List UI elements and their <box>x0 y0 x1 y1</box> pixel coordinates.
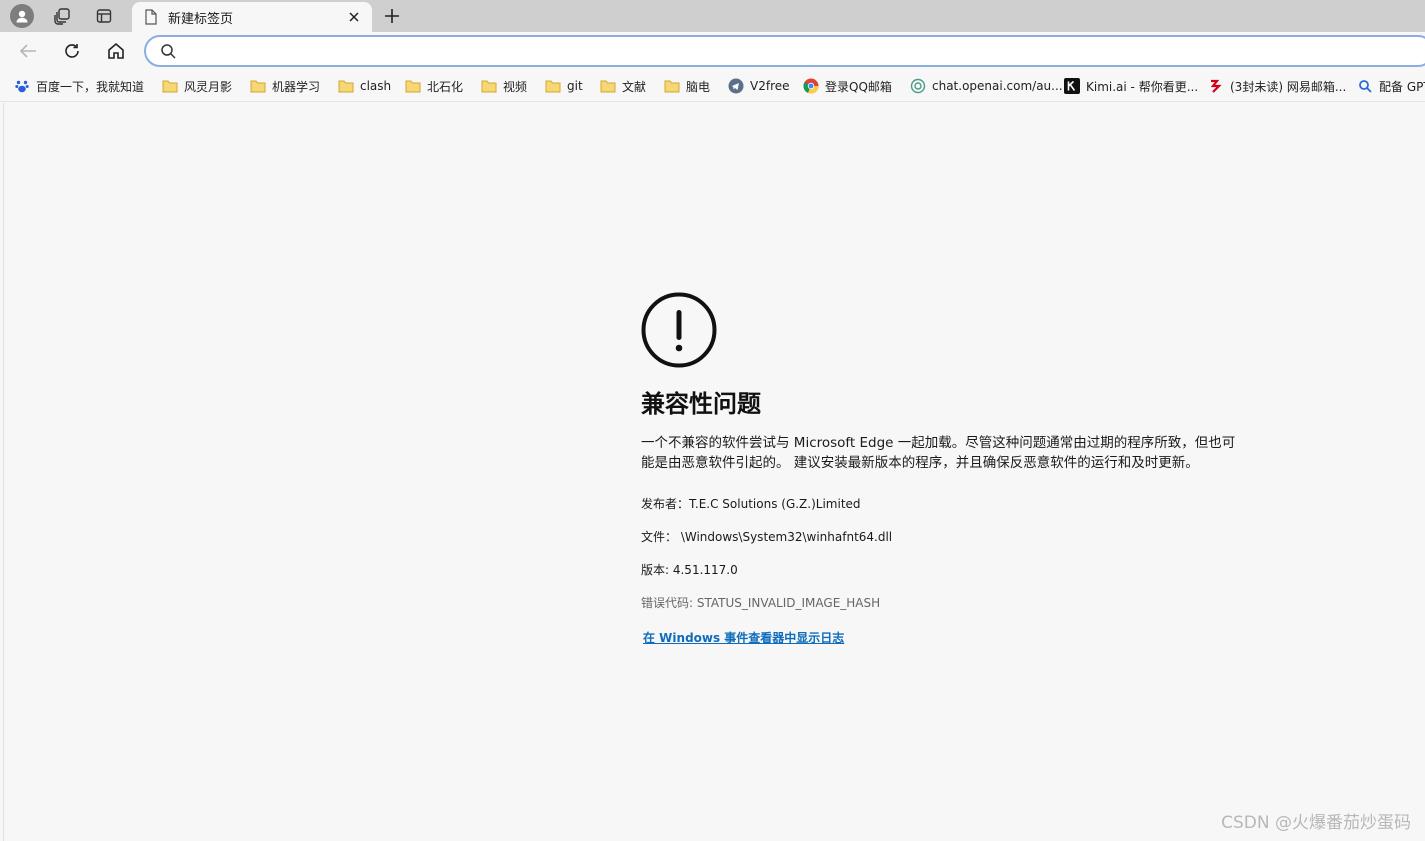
close-icon <box>349 12 359 22</box>
tab-close-button[interactable] <box>344 7 364 27</box>
bookmark-folder-git[interactable]: git <box>545 76 583 96</box>
folder-icon <box>162 78 178 94</box>
bookmark-label: clash <box>360 79 392 93</box>
folder-icon <box>338 78 354 94</box>
bookmark-163-mail[interactable]: (3封未读) 网易邮箱... <box>1208 76 1346 96</box>
reload-button[interactable] <box>57 37 87 65</box>
error-code: 错误代码: STATUS_INVALID_IMAGE_HASH <box>641 596 881 610</box>
bookmark-folder-video[interactable]: 视频 <box>481 76 527 96</box>
bookmark-label: Kimi.ai - 帮你看更... <box>1086 79 1199 94</box>
bookmark-folder-eeg[interactable]: 脑电 <box>664 76 710 96</box>
workspaces-button[interactable] <box>48 3 76 29</box>
watermark: CSDN @火爆番茄炒蛋码 <box>1221 813 1411 833</box>
error-page: 兼容性问题 一个不兼容的软件尝试与 Microsoft Edge 一起加载。尽管… <box>3 103 1425 841</box>
home-icon <box>108 42 124 59</box>
baidu-icon <box>14 78 30 94</box>
refresh-icon <box>65 44 79 58</box>
bookmark-label: 脑电 <box>686 79 711 94</box>
chrome-icon <box>803 78 819 94</box>
bookmark-kimi[interactable]: Kimi.ai - 帮你看更... <box>1064 76 1198 96</box>
bookmark-qq-mail[interactable]: 登录QQ邮箱 <box>803 76 892 96</box>
bookmark-chatgpt[interactable]: chat.openai.com/au... <box>910 76 1063 96</box>
folder-icon <box>405 78 421 94</box>
address-bar[interactable] <box>144 35 1425 67</box>
address-input[interactable] <box>186 41 1386 61</box>
back-button[interactable] <box>13 37 43 65</box>
favorites-bar: 百度一下，我就知道 风灵月影 机器学习 clash 北石化 视频 git 文献 … <box>0 70 1425 102</box>
openai-icon <box>910 78 926 94</box>
bookmark-label: 登录QQ邮箱 <box>825 79 892 94</box>
bookmark-folder-beishihua[interactable]: 北石化 <box>405 76 463 96</box>
publisher-info: 发布者：T.E.C Solutions (G.Z.)Limited <box>641 497 861 511</box>
new-tab-button[interactable] <box>378 3 406 29</box>
bookmark-baidu[interactable]: 百度一下，我就知道 <box>14 76 144 96</box>
tab-strip: 新建标签页 <box>0 0 1425 32</box>
bookmark-label: 配备 GPT <box>1379 79 1425 94</box>
folder-icon <box>600 78 616 94</box>
tab-new-tab[interactable]: 新建标签页 <box>132 2 372 32</box>
bookmark-label: 北石化 <box>427 79 464 94</box>
bookmark-label: 风灵月影 <box>184 79 233 94</box>
file-info: 文件： \Windows\System32\winhafnt64.dll <box>641 530 893 544</box>
folder-icon <box>250 78 266 94</box>
error-description: 一个不兼容的软件尝试与 Microsoft Edge 一起加载。尽管这种问题通常… <box>641 435 1236 471</box>
workspaces-icon <box>54 8 70 25</box>
bookmark-folder-fenglingyueying[interactable]: 风灵月影 <box>162 76 232 96</box>
bookmark-label: 百度一下，我就知道 <box>36 79 145 94</box>
bookmark-label: 视频 <box>503 79 528 94</box>
page-icon <box>144 9 158 29</box>
bookmark-label: (3封未读) 网易邮箱... <box>1230 79 1347 94</box>
folder-icon <box>545 78 561 94</box>
show-event-log-link[interactable]: 在 Windows 事件查看器中显示日志 <box>643 629 844 646</box>
search-icon <box>1357 78 1373 94</box>
bookmark-folder-clash[interactable]: clash <box>338 76 391 96</box>
version-info: 版本: 4.51.117.0 <box>641 563 738 577</box>
warning-icon <box>641 292 717 368</box>
bookmark-label: git <box>567 79 583 93</box>
error-heading: 兼容性问题 <box>641 390 761 418</box>
tab-actions-button[interactable] <box>90 3 118 29</box>
telegram-icon <box>728 78 744 94</box>
bookmark-label: chat.openai.com/au... <box>932 79 1063 93</box>
back-arrow-icon <box>19 44 36 58</box>
bookmark-label: 机器学习 <box>272 79 321 94</box>
navigation-toolbar <box>0 32 1425 70</box>
bookmark-folder-machine-learning[interactable]: 机器学习 <box>250 76 320 96</box>
bookmark-folder-papers[interactable]: 文献 <box>600 76 646 96</box>
folder-icon <box>664 78 680 94</box>
vertical-tabs-icon <box>96 9 112 23</box>
bookmark-v2free[interactable]: V2free <box>728 76 790 96</box>
plus-icon <box>385 9 399 23</box>
bookmark-label: 文献 <box>622 79 647 94</box>
tab-title: 新建标签页 <box>168 12 234 27</box>
netease-icon <box>1208 78 1224 94</box>
profile-button[interactable] <box>8 3 36 29</box>
kimi-icon <box>1064 78 1080 94</box>
bookmark-label: V2free <box>750 79 790 93</box>
bookmark-gpt[interactable]: 配备 GPT <box>1357 76 1425 96</box>
search-icon <box>160 43 176 63</box>
folder-icon <box>481 78 497 94</box>
home-button[interactable] <box>101 37 131 65</box>
profile-avatar-icon <box>10 4 34 28</box>
